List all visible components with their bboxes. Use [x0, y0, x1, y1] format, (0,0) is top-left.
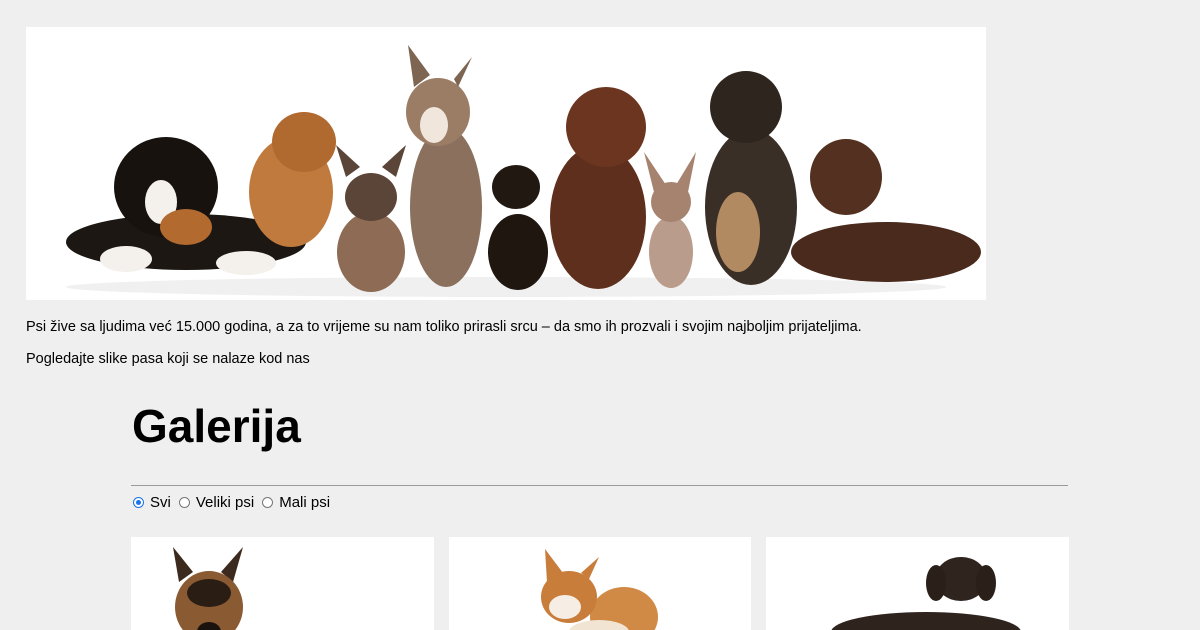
- filter-small-dogs-label: Mali psi: [279, 494, 331, 511]
- shiba-inu-image: [541, 549, 658, 630]
- filter-large-dogs[interactable]: Veliki psi: [178, 494, 255, 511]
- filter-small-dogs-radio[interactable]: [262, 497, 274, 508]
- intro-paragraph: Psi žive sa ljudima već 15.000 godina, a…: [26, 319, 862, 335]
- intro-paragraph-gallery-hint: Pogledajte slike pasa koji se nalaze kod…: [26, 351, 310, 367]
- page: Psi žive sa ljudima već 15.000 godina, a…: [0, 0, 1200, 630]
- chocolate-labrador-image: [831, 557, 1021, 630]
- divider: [131, 485, 1068, 486]
- german-shepherd-image: [173, 547, 243, 630]
- filter-large-dogs-radio[interactable]: [178, 497, 190, 508]
- filter-small-dogs[interactable]: Mali psi: [262, 494, 330, 511]
- gallery-card-german-shepherd[interactable]: [131, 537, 434, 630]
- dogs-banner-image: [26, 27, 986, 300]
- filter-large-dogs-label: Veliki psi: [195, 494, 255, 511]
- gallery-card-shiba-inu[interactable]: [449, 537, 751, 630]
- gallery-filter-group: Svi Veliki psi Mali psi: [133, 494, 338, 511]
- gallery-title: Galerija: [132, 400, 301, 452]
- filter-all-label: Svi: [150, 494, 171, 511]
- filter-all-radio[interactable]: [133, 497, 144, 508]
- gallery-card-chocolate-labrador[interactable]: [766, 537, 1069, 630]
- filter-all[interactable]: Svi: [133, 494, 171, 511]
